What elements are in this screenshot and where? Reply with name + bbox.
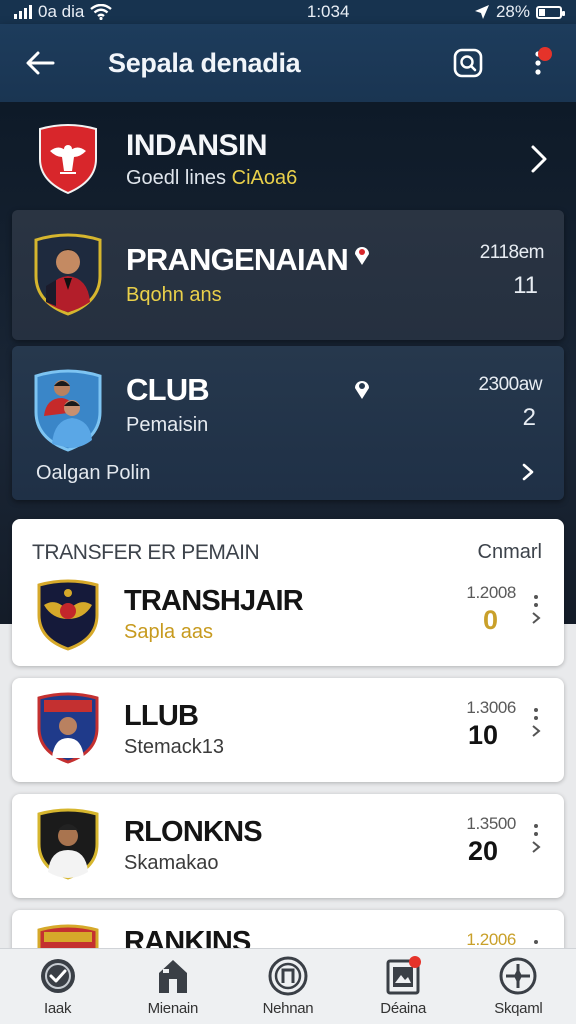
transfer-section: TRANSFER ER PEMAIN Cnmarl TRANSHJAIR Sap… [12,519,564,666]
transfer-row[interactable]: RLONKNS Skamakao 1.3500 20 [12,794,564,898]
clipboard-icon [383,956,423,996]
card-expand-button[interactable] [516,458,540,486]
back-arrow-icon [26,51,55,75]
carrier-name: 0a dia [38,2,85,21]
player-crest-icon [34,233,102,316]
transfer-crest-icon [37,579,99,651]
header-actions [450,45,556,81]
battery-icon [536,5,565,19]
signal-icon [14,5,32,19]
chevron-right-icon [532,841,541,853]
row-subtitle: Skamakao [124,852,219,874]
check-circle-icon [38,956,78,996]
row-more-button[interactable] [526,595,546,639]
transfer-row[interactable]: TRANSHJAIR Sapla aas 1.2008 0 [12,571,564,666]
row-count: 20 [467,836,498,866]
section-action-link[interactable]: Cnmarl [478,541,542,564]
location-pin-icon [355,247,369,265]
nav-label: Déaina [380,1000,427,1017]
news-circle-icon [268,956,308,996]
wifi-icon [90,4,113,20]
chevron-right-icon [532,725,541,737]
card-stat-value: 11 [513,272,538,299]
row-subtitle: Stemack13 [124,736,225,758]
club-crest-icon [37,692,99,764]
card-title: CLUB [126,372,210,407]
league-name: INDANSIN [126,128,268,162]
card-stat-value: 2 [522,404,536,431]
location-pin-icon [355,381,369,399]
search-button[interactable] [450,45,486,81]
club-card[interactable]: CLUB Pemaisin 2300aw 2 Oalgan Polin [12,346,564,500]
clock: 1:034 [306,2,350,21]
club-crest-icon [34,369,102,452]
player-card[interactable]: PRANGENAIAN Bqohn ans 2118em 11 [12,210,564,340]
nav-item-skqaml[interactable]: Skqaml [468,956,568,1017]
row-fee: 1.2008 [466,583,516,602]
league-text: INDANSIN Goedl lines CiAoa6 [126,129,297,190]
nav-item-deaina[interactable]: Déaina [353,956,453,1017]
row-subtitle: Sapla aas [124,621,213,643]
location-arrow-icon [474,5,489,19]
card-stat-label: 2300aw [478,374,542,395]
chevron-right-icon [531,145,547,173]
list-background [0,624,576,948]
league-subtitle: Goedl lines CiAoa6 [126,167,297,190]
nav-label: Skqaml [494,1000,543,1017]
row-title: RLONKNS [124,816,263,848]
card-footer-text: Oalgan Polin [36,462,151,484]
nav-item-mienain[interactable]: Mienain [123,956,223,1017]
chevron-right-icon [522,463,534,481]
battery-fill [539,8,545,16]
nav-label: Iaak [44,1000,72,1017]
card-title: PRANGENAIAN [126,242,349,277]
status-left: 0a dia [14,2,113,22]
battery-percent: 28% [495,2,530,21]
transfer-row[interactable]: LLUB Stemack13 1.3006 10 [12,678,564,782]
back-button[interactable] [20,43,60,83]
status-bar: 0a dia 1:034 28% [0,0,576,24]
bottom-nav: Iaak Mienain Nehnan Déaina Skqaml [0,948,576,1024]
player-crest-icon [37,808,99,880]
notification-dot [538,47,552,61]
row-fee: 1.2006 [466,930,516,949]
league-subtitle-accent: CiAoa6 [231,166,298,189]
league-subtitle-text: Goedl lines [126,166,227,189]
nav-item-nehnan[interactable]: Nehnan [238,956,338,1017]
more-menu-button[interactable] [520,45,556,81]
page-title: Sepala denadia [108,47,301,78]
row-title: TRANSHJAIR [124,585,304,617]
chevron-right-icon [532,612,541,624]
status-right: 28% [474,2,565,22]
league-row[interactable]: INDANSIN Goedl lines CiAoa6 [24,118,554,200]
card-stat-label: 2118em [479,242,545,263]
home-icon [153,956,193,996]
section-title: TRANSFER ER PEMAIN [32,541,260,564]
row-count: 0 [482,605,498,635]
card-subtitle: Bqohn ans [126,284,222,306]
row-more-button[interactable] [526,708,546,752]
league-open-button[interactable] [524,139,554,179]
nav-item-iaak[interactable]: Iaak [8,956,108,1017]
nav-label: Mienain [147,1000,199,1017]
row-count: 10 [467,720,498,750]
row-fee: 1.3006 [466,698,516,717]
nav-label: Nehnan [262,1000,314,1017]
search-icon [453,48,483,78]
row-more-button[interactable] [526,824,546,868]
row-title: LLUB [124,700,199,732]
league-crest-icon [39,124,97,195]
card-subtitle: Pemaisin [126,414,209,436]
row-fee: 1.3500 [466,814,516,833]
app-header: Sepala denadia [0,24,576,102]
compass-icon [498,956,538,996]
